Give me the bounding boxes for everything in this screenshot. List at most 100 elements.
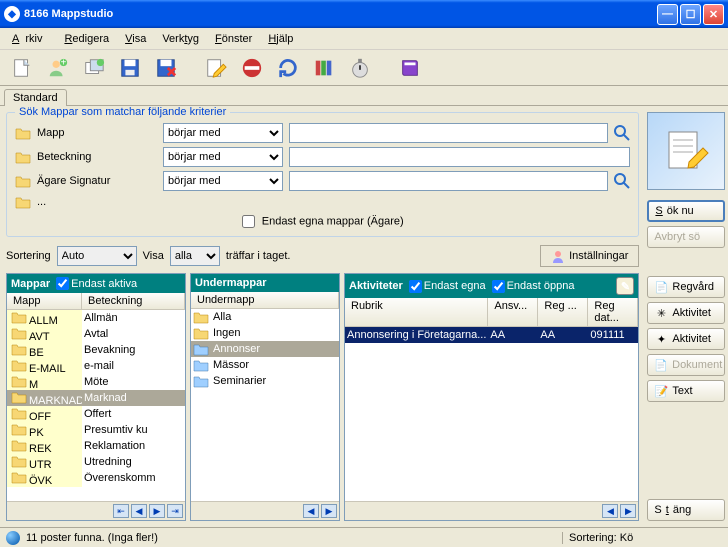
doc-icon: 📄 — [654, 358, 668, 372]
menu-bar: Arkiv Redigera Visa Verktyg Fönster Hjäl… — [0, 28, 728, 50]
aktivitet-button[interactable]: ✦Aktivitet — [647, 328, 725, 350]
col-rubrik[interactable]: Rubrik — [345, 298, 488, 326]
menu-visa[interactable]: Visa — [119, 31, 152, 47]
col-regdat[interactable]: Reg dat... — [588, 298, 638, 326]
search-icon[interactable] — [614, 125, 630, 141]
maximize-button[interactable]: ☐ — [680, 4, 701, 25]
tool-books-icon[interactable] — [310, 54, 338, 82]
label-mapp: Mapp — [37, 127, 157, 139]
select-visa[interactable]: alla — [170, 246, 220, 266]
col-reg[interactable]: Reg ... — [538, 298, 588, 326]
panel-aktiviteter: Aktiviteter Endast egna Endast öppna ✎ R… — [344, 273, 639, 521]
folder-icon — [15, 195, 31, 209]
close-button[interactable]: ✕ — [703, 4, 724, 25]
tool-book-icon[interactable] — [396, 54, 424, 82]
select-sortering[interactable]: Auto — [57, 246, 137, 266]
nav-prev-icon[interactable]: ◀ — [303, 504, 319, 518]
menu-fonster[interactable]: Fönster — [209, 31, 258, 47]
menu-verktyg[interactable]: Verktyg — [156, 31, 205, 47]
col-beteckning[interactable]: Beteckning — [82, 293, 185, 309]
tool-new-doc-icon[interactable] — [8, 54, 36, 82]
list-item[interactable]: REKReklamation — [7, 438, 185, 454]
op-beteckning[interactable]: börjar med — [163, 147, 283, 167]
col-ansv[interactable]: Ansv... — [488, 298, 538, 326]
minimize-button[interactable]: — — [657, 4, 678, 25]
menu-redigera[interactable]: Redigera — [58, 31, 115, 47]
nav-first-icon[interactable]: ⇤ — [113, 504, 129, 518]
nav-next-icon[interactable]: ▶ — [620, 504, 636, 518]
stang-button[interactable]: Stäng — [647, 499, 725, 521]
list-item[interactable]: ÖVKÖverenskomm — [7, 470, 185, 486]
settings-button[interactable]: Inställningar — [540, 245, 639, 267]
op-agare[interactable]: börjar med — [163, 171, 283, 191]
search-legend: Sök Mappar som matchar följande kriterie… — [15, 106, 230, 118]
list-item[interactable]: UTRUtredning — [7, 454, 185, 470]
dokument-button: 📄Dokument — [647, 354, 725, 376]
tool-delete-icon[interactable] — [152, 54, 180, 82]
star-icon: ✦ — [654, 332, 668, 346]
col-mapp[interactable]: Mapp — [7, 293, 82, 309]
label-more[interactable]: ... — [37, 196, 157, 208]
nav-prev-icon[interactable]: ◀ — [602, 504, 618, 518]
under-list[interactable]: AllaIngenAnnonserMässorSeminarier — [191, 309, 339, 501]
tab-standard[interactable]: Standard — [4, 89, 67, 106]
menu-arkiv[interactable]: Arkiv — [6, 31, 54, 47]
search-icon[interactable] — [614, 173, 630, 189]
tool-kontakt-icon[interactable] — [238, 54, 266, 82]
toolbar: + — [0, 50, 728, 86]
col-undermapp[interactable]: Undermapp — [191, 292, 339, 308]
title-bar: ◆ 8166 Mappstudio — ☐ ✕ — [0, 0, 728, 28]
mappar-list[interactable]: ALLMAllmänAVTAvtalBEBevakningE-MAILe-mai… — [7, 310, 185, 501]
op-mapp[interactable]: börjar med — [163, 123, 283, 143]
tool-edit-icon[interactable] — [202, 54, 230, 82]
label-only-own: Endast egna mappar (Ägare) — [262, 215, 404, 227]
list-item[interactable]: Annonsering i Företagarna...AAAA091111 — [345, 327, 638, 343]
window-title: 8166 Mappstudio — [24, 8, 655, 20]
text-button[interactable]: 📝Text — [647, 380, 725, 402]
chk-endast-oppna[interactable] — [492, 280, 505, 293]
chk-endast-aktiva[interactable] — [56, 277, 69, 290]
list-item[interactable]: BEBevakning — [7, 342, 185, 358]
label-visa: Visa — [143, 250, 164, 262]
label-agare: Ägare Signatur — [37, 175, 157, 187]
panel-mappar-title: Mappar — [11, 278, 50, 290]
input-agare[interactable] — [289, 171, 608, 191]
avbryt-button: Avbryt sö — [647, 226, 725, 248]
aktivitet-new-button[interactable]: ✳Aktivitet — [647, 302, 725, 324]
list-item[interactable]: AVTAvtal — [7, 326, 185, 342]
nav-next-icon[interactable]: ▶ — [321, 504, 337, 518]
chk-only-own[interactable] — [242, 215, 255, 228]
input-beteckning[interactable] — [289, 147, 630, 167]
aktiv-list[interactable]: Annonsering i Företagarna...AAAA091111 — [345, 327, 638, 501]
nav-next-icon[interactable]: ▶ — [149, 504, 165, 518]
input-mapp[interactable] — [289, 123, 608, 143]
list-item[interactable]: PKPresumtiv ku — [7, 422, 185, 438]
list-item[interactable]: OFFOffert — [7, 406, 185, 422]
list-item[interactable]: MMöte — [7, 374, 185, 390]
list-item[interactable]: Ingen — [191, 325, 339, 341]
list-item[interactable]: Mässor — [191, 357, 339, 373]
sok-nu-button[interactable]: Sök nu — [647, 200, 725, 222]
list-item[interactable]: Seminarier — [191, 373, 339, 389]
nav-last-icon[interactable]: ⇥ — [167, 504, 183, 518]
list-item[interactable]: Annonser — [191, 341, 339, 357]
panel-aktiv-title: Aktiviteter — [349, 280, 403, 292]
tool-save-icon[interactable] — [116, 54, 144, 82]
list-item[interactable]: E-MAILe-mail — [7, 358, 185, 374]
folder-icon — [15, 126, 31, 140]
label-sortering: Sortering — [6, 250, 51, 262]
tool-new-user-icon[interactable]: + — [44, 54, 72, 82]
aktiv-toolbtn-icon[interactable]: ✎ — [616, 277, 634, 295]
regvard-button[interactable]: 📄Regvård — [647, 276, 725, 298]
list-item[interactable]: Alla — [191, 309, 339, 325]
nav-prev-icon[interactable]: ◀ — [131, 504, 147, 518]
list-item[interactable]: ALLMAllmän — [7, 310, 185, 326]
status-text: 11 poster funna. (Inga fler!) — [26, 532, 556, 544]
list-item[interactable]: MARKNADMarknad — [7, 390, 185, 406]
folder-icon — [15, 150, 31, 164]
tool-timer-icon[interactable] — [346, 54, 374, 82]
tool-new-folder-icon[interactable] — [80, 54, 108, 82]
menu-hjalp[interactable]: Hjälp — [262, 31, 299, 47]
chk-endast-egna[interactable] — [409, 280, 422, 293]
tool-refresh-icon[interactable] — [274, 54, 302, 82]
